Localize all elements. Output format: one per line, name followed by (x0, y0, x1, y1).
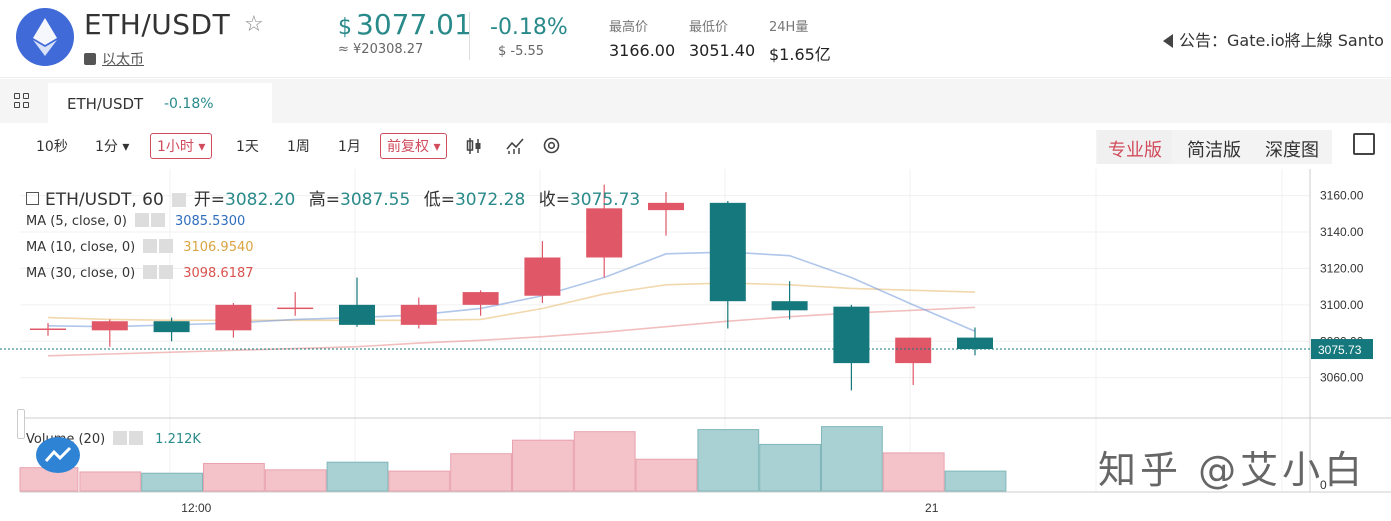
announcement[interactable]: 公告：Gate.io將上線 Santo (1163, 27, 1391, 51)
candle-body (586, 208, 623, 258)
pair-tabbar: ETH/USDT -0.18% (0, 79, 1391, 123)
candle-body (30, 328, 66, 331)
y-tick-label: 3060.00 (1320, 371, 1364, 385)
interval-1h[interactable]: 1小时 ▾ (150, 133, 213, 159)
x-tick-label: 12:00 (181, 501, 211, 515)
coin-name-link[interactable]: 以太币 (84, 49, 144, 69)
change-percent: -0.18% (490, 15, 568, 40)
y-tick-label: 3140.00 (1320, 225, 1364, 239)
mode-simple[interactable]: 简洁版 (1177, 130, 1251, 164)
candle-body (709, 202, 746, 302)
eth-logo-icon (16, 8, 74, 66)
chart-toolbar: 10秒 1分 ▾ 1小时 ▾ 1天 1周 1月 前复权 ▾ 专业版 简洁版 深度… (0, 123, 1391, 169)
candle-body (215, 304, 252, 331)
volume-bar (635, 458, 698, 492)
volume-bar (821, 426, 883, 492)
candle-body (648, 202, 684, 211)
volume-bar (450, 453, 513, 492)
candle-body (277, 307, 314, 310)
volume-bar (79, 471, 142, 492)
candle-body (91, 321, 128, 331)
ma5-legend: MA (5, close, 0) 3085.5300 (26, 213, 246, 229)
ticker-header: ETH/USDT ☆ 以太币 $3077.01 ≈ ¥20308.27 -0.1… (0, 0, 1391, 78)
ma10-legend: MA (10, close, 0) 3106.9540 (26, 239, 254, 255)
ohlc-legend: ETH/USDT, 60 开=3082.20 高=3087.55 低=3072.2… (26, 185, 640, 210)
volume-bar (573, 431, 636, 492)
candle-body (957, 337, 993, 350)
fullscreen-icon[interactable] (1353, 133, 1375, 155)
volume-bar (326, 461, 389, 492)
volume-bar (697, 429, 760, 492)
volume-bar (944, 470, 1007, 492)
header-divider (469, 12, 470, 60)
volume-bar (759, 443, 822, 492)
candle-body (462, 292, 499, 305)
watermark-text: 知乎 @艾小白 (1098, 448, 1367, 492)
volume-bar (203, 462, 265, 492)
candle-body (895, 337, 932, 364)
mode-depth[interactable]: 深度图 (1255, 130, 1329, 164)
candle-body (833, 306, 870, 364)
candle-type-icon[interactable] (466, 137, 482, 160)
volume-bar (388, 470, 451, 492)
interval-1mo[interactable]: 1月 (338, 136, 361, 156)
mode-pro[interactable]: 专业版 (1098, 130, 1172, 164)
candle-body (153, 321, 190, 333)
pair-title: ETH/USDT (84, 8, 231, 41)
interval-1d[interactable]: 1天 (236, 136, 259, 156)
collapse-panel-handle[interactable] (17, 409, 25, 439)
settings-icon[interactable] (543, 137, 560, 159)
last-price: $3077.01 (338, 8, 472, 41)
y-tick-label: 3100.00 (1320, 298, 1364, 312)
price-chart[interactable]: 3060.003080.003100.003120.003140.003160.… (0, 169, 1391, 517)
book-icon (84, 53, 96, 65)
y-tick-label: 3160.00 (1320, 189, 1364, 203)
x-tick-label: 21 (925, 501, 939, 515)
grid-layout-icon[interactable] (14, 93, 30, 109)
tab-eth-usdt[interactable]: ETH/USDT -0.18% (48, 83, 272, 123)
last-price-label: 3075.73 (1318, 343, 1362, 357)
volume-bar (882, 452, 945, 492)
change-absolute: $ -5.55 (498, 44, 545, 59)
stat-high: 最高价 3166.00 (609, 20, 676, 60)
candle-body (524, 257, 561, 296)
candle-body (339, 304, 375, 325)
volume-bar (512, 439, 574, 492)
interval-10s[interactable]: 10秒 (36, 136, 68, 156)
interval-1m[interactable]: 1分 ▾ (95, 136, 129, 156)
adjust-select[interactable]: 前复权 ▾ (380, 133, 448, 159)
favorite-star-icon[interactable]: ☆ (244, 12, 264, 37)
y-tick-label: 3120.00 (1320, 261, 1364, 275)
tradingview-logo-icon[interactable] (36, 437, 80, 473)
stat-24h-volume: 24H量 $1.65亿 (769, 20, 831, 64)
indicators-icon[interactable] (506, 137, 524, 160)
candle-body (771, 301, 808, 311)
candle-body (400, 304, 437, 325)
price-cny: ≈ ¥20308.27 (338, 42, 424, 57)
speaker-icon (1163, 34, 1173, 48)
stat-low: 最低价 3051.40 (689, 20, 756, 60)
ma30-legend: MA (30, close, 0) 3098.6187 (26, 265, 254, 281)
interval-1w[interactable]: 1周 (287, 136, 310, 156)
volume-bar (141, 472, 203, 492)
volume-bar (264, 469, 327, 492)
collapse-legend-icon[interactable] (26, 192, 39, 205)
